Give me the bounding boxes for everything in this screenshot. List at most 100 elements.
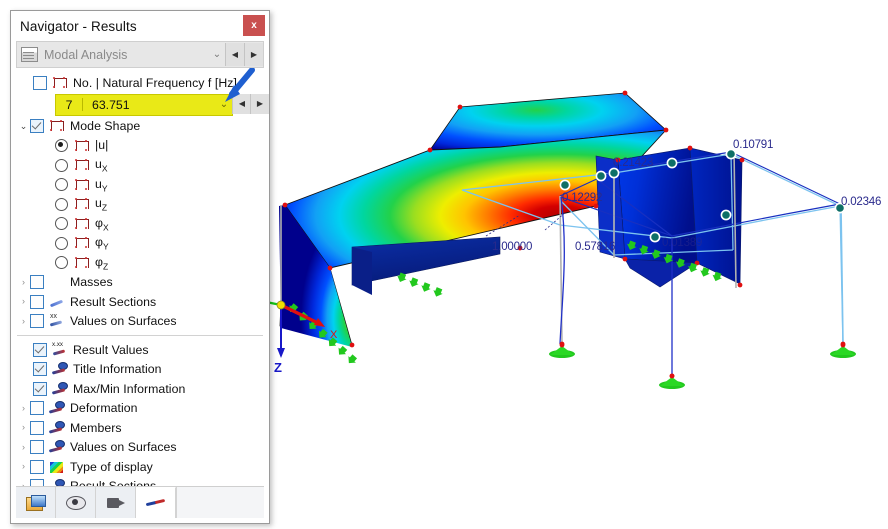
eye-line-icon bbox=[49, 440, 65, 454]
portal-frame-icon bbox=[74, 236, 90, 250]
tree-item-title-information[interactable]: Title Information bbox=[11, 360, 269, 380]
frequency-prev-button[interactable]: ◀ bbox=[232, 93, 251, 114]
tree-item-component-uz[interactable]: uZ bbox=[11, 195, 269, 215]
max-min-information-checkbox[interactable] bbox=[33, 381, 47, 396]
portal-frame-icon bbox=[74, 139, 90, 153]
tree-item-component-u-abs[interactable]: |u| bbox=[11, 136, 269, 156]
result-label: 0.12292 bbox=[562, 192, 603, 204]
project-navigator-tab[interactable] bbox=[16, 487, 56, 518]
views-tab[interactable] bbox=[56, 487, 96, 518]
frequency-value: 63.751 bbox=[92, 97, 130, 112]
tree-item-component-phix[interactable]: φX bbox=[11, 214, 269, 234]
component-subscript: Z bbox=[101, 202, 108, 213]
eye-line-icon bbox=[49, 479, 65, 486]
tree-item-type-of-display[interactable]: › Type of display bbox=[11, 457, 269, 477]
title-information-label: Title Information bbox=[73, 362, 162, 377]
deformation-checkbox[interactable] bbox=[30, 401, 44, 416]
values-on-surfaces-checkbox[interactable] bbox=[30, 314, 44, 329]
frequency-next-button[interactable]: ▶ bbox=[250, 93, 269, 114]
type-of-display-expander[interactable]: › bbox=[17, 462, 30, 471]
result-sections-expander[interactable]: › bbox=[17, 297, 30, 306]
navigator-results-window[interactable]: Navigator - Results x Modal Analysis ⌄ ◀… bbox=[10, 10, 270, 524]
type-of-display-label: Type of display bbox=[70, 459, 153, 474]
eye-line-icon bbox=[52, 381, 68, 396]
result-values-checkbox[interactable] bbox=[33, 342, 47, 357]
blank-icon bbox=[49, 275, 65, 289]
values-on-surfaces-lower-checkbox[interactable] bbox=[30, 440, 44, 455]
result-sections-lower-checkbox[interactable] bbox=[30, 479, 44, 486]
analysis-prev-button[interactable]: ◀ bbox=[225, 43, 244, 66]
deformation-expander[interactable]: › bbox=[17, 403, 30, 413]
masses-checkbox[interactable] bbox=[30, 275, 44, 290]
close-icon[interactable]: x bbox=[243, 15, 265, 36]
result-sections-lower-expander[interactable]: › bbox=[17, 481, 30, 486]
component-subscript: X bbox=[103, 221, 109, 232]
camera-icon bbox=[106, 497, 125, 509]
component-label: |u| bbox=[95, 137, 109, 152]
masses-expander[interactable]: › bbox=[17, 277, 30, 287]
component-radio[interactable] bbox=[55, 178, 68, 192]
tree-item-deformation[interactable]: › Deformation bbox=[11, 399, 269, 419]
component-label: φ bbox=[95, 215, 104, 230]
component-radio[interactable] bbox=[55, 256, 68, 270]
frequency-chevron-down-icon[interactable]: ⌄ bbox=[216, 99, 232, 110]
mode-shape-label: Mode Shape bbox=[70, 119, 141, 134]
eye-line-icon bbox=[49, 401, 65, 415]
navigator-tabbar[interactable] bbox=[16, 486, 264, 518]
result-values-icon bbox=[52, 341, 68, 357]
component-label: φ bbox=[95, 235, 104, 250]
result-label: 0.10791 bbox=[733, 139, 774, 151]
tree-item-result-sections-upper[interactable]: › Result Sections bbox=[11, 292, 269, 312]
rendering-tab[interactable] bbox=[96, 487, 136, 518]
results-icon bbox=[146, 497, 166, 509]
analysis-type-value: Modal Analysis bbox=[44, 47, 128, 62]
tree-item-result-sections-lower[interactable]: › Result Sections bbox=[11, 477, 269, 486]
values-on-surfaces-expander[interactable]: › bbox=[17, 316, 30, 326]
tree-item-values-on-surfaces-upper[interactable]: › Values on Surfaces bbox=[11, 312, 269, 332]
members-expander[interactable]: › bbox=[17, 423, 30, 432]
tree-item-members[interactable]: › Members bbox=[11, 418, 269, 438]
result-label: 0.57816 bbox=[575, 241, 616, 253]
rainbow-icon bbox=[49, 460, 65, 474]
result-label: 0.01389 bbox=[662, 237, 703, 249]
tree-item-component-phiz[interactable]: φZ bbox=[11, 253, 269, 273]
chevron-down-icon[interactable]: ⌄ bbox=[209, 49, 225, 60]
result-values-label: Result Values bbox=[73, 342, 149, 357]
frequency-selector[interactable]: 7 63.751 ⌄ bbox=[55, 93, 233, 116]
component-subscript: Y bbox=[101, 182, 108, 193]
results-tree[interactable]: No. | Natural Frequency f [Hz] 7 63.751 … bbox=[11, 68, 269, 486]
analysis-type-combobox[interactable]: Modal Analysis ⌄ ◀ ▶ bbox=[16, 41, 264, 68]
title-information-checkbox[interactable] bbox=[33, 362, 47, 377]
members-checkbox[interactable] bbox=[30, 420, 44, 435]
analysis-next-button[interactable]: ▶ bbox=[244, 43, 263, 66]
mode-shape-expander[interactable]: ⌄ bbox=[17, 121, 30, 131]
natural-frequency-checkbox[interactable] bbox=[33, 75, 47, 90]
tree-item-values-on-surfaces-lower[interactable]: › Values on Surfaces bbox=[11, 438, 269, 458]
values-on-surfaces-lower-expander[interactable]: › bbox=[17, 442, 30, 452]
mode-shape-checkbox[interactable] bbox=[30, 119, 44, 134]
tree-item-component-ux[interactable]: uX bbox=[11, 156, 269, 176]
tree-item-mode-shape[interactable]: ⌄ Mode Shape bbox=[11, 117, 269, 137]
type-of-display-checkbox[interactable] bbox=[30, 459, 44, 474]
values-on-surfaces-lower-label: Values on Surfaces bbox=[70, 440, 177, 455]
deformation-label: Deformation bbox=[70, 401, 138, 416]
component-radio[interactable] bbox=[55, 158, 68, 172]
tree-item-masses[interactable]: › Masses bbox=[11, 273, 269, 293]
component-radio[interactable] bbox=[55, 139, 68, 153]
frequency-selector-row[interactable]: 7 63.751 ⌄ ◀ ▶ bbox=[11, 68, 269, 116]
component-radio[interactable] bbox=[55, 236, 68, 250]
tree-item-component-uy[interactable]: uY bbox=[11, 175, 269, 195]
component-radio[interactable] bbox=[55, 217, 68, 231]
component-subscript: X bbox=[101, 163, 108, 174]
tree-item-component-phiy[interactable]: φY bbox=[11, 234, 269, 254]
axis-z-label: Z bbox=[274, 360, 282, 375]
result-sections-checkbox[interactable] bbox=[30, 294, 44, 309]
portal-frame-icon bbox=[49, 119, 65, 133]
portal-frame-icon bbox=[74, 197, 90, 211]
window-titlebar: Navigator - Results x bbox=[11, 11, 269, 41]
tree-item-natural-frequency[interactable]: No. | Natural Frequency f [Hz] bbox=[11, 73, 269, 93]
tree-item-result-values[interactable]: Result Values bbox=[11, 340, 269, 360]
tree-item-max-min-information[interactable]: Max/Min Information bbox=[11, 379, 269, 399]
component-radio[interactable] bbox=[55, 197, 68, 211]
results-tab[interactable] bbox=[136, 487, 176, 518]
